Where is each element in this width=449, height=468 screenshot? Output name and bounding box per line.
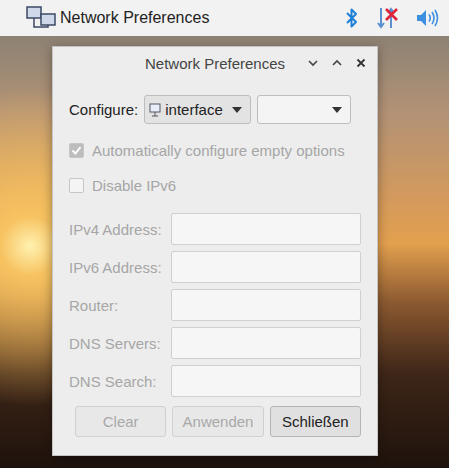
close-icon	[355, 57, 367, 69]
dropdown-arrow-icon	[232, 107, 242, 113]
field-input	[171, 289, 361, 321]
dialog-button[interactable]: Schließen	[270, 406, 361, 437]
field-label: IPv4 Address:	[69, 221, 171, 238]
minimize-icon	[307, 57, 319, 69]
taskbar: Network Preferences	[0, 0, 449, 36]
checkbox-row: Disable IPv6	[69, 173, 361, 197]
check-icon	[71, 145, 82, 156]
dialog-button: Anwenden	[172, 406, 263, 437]
field-input	[171, 365, 361, 397]
maximize-icon	[331, 57, 343, 69]
configure-label: Configure:	[69, 101, 138, 118]
screen: Network PreferencesNetwork PreferencesCo…	[0, 0, 449, 468]
window-body: Configure: interface Automatically configu…	[53, 79, 377, 455]
blank-select[interactable]	[257, 95, 351, 124]
desktop: Network Preferences Configure: interface Au…	[0, 36, 449, 468]
network-preferences-icon[interactable]	[26, 5, 56, 31]
maximize-button[interactable]	[327, 53, 347, 73]
network-preferences-window: Network Preferences Configure: interface Au…	[52, 46, 378, 456]
field-label: DNS Servers:	[69, 335, 171, 352]
checkbox-label: Disable IPv6	[92, 177, 176, 194]
bluetooth-icon[interactable]	[345, 7, 359, 29]
system-tray	[345, 6, 439, 30]
field-label: Router:	[69, 297, 171, 314]
field-input	[171, 213, 361, 245]
select-value: interface	[165, 101, 228, 118]
checkbox	[69, 178, 84, 193]
field-input	[171, 327, 361, 359]
configure-row: Configure: interface	[69, 95, 361, 124]
address-fields: IPv4 Address: IPv6 Address: Router: DNS Ser…	[69, 213, 361, 397]
checkbox-label: Automatically configure empty options	[92, 142, 345, 159]
checkbox	[69, 143, 84, 158]
field-input	[171, 251, 361, 283]
interface-icon	[149, 103, 161, 117]
volume-icon[interactable]	[415, 8, 439, 28]
network-icon[interactable]	[376, 6, 398, 30]
checkbox-row: Automatically configure empty options	[69, 138, 361, 162]
title-bar[interactable]: Network Preferences	[53, 47, 377, 79]
close-button[interactable]	[351, 53, 371, 73]
field-label: DNS Search:	[69, 373, 171, 390]
field-label: IPv6 Address:	[69, 259, 171, 276]
taskbar-app-title[interactable]: Network Preferences	[60, 9, 209, 27]
interface-select[interactable]: interface	[144, 95, 251, 124]
dialog-button: Clear	[75, 406, 166, 437]
button-row: ClearAnwendenSchließen	[69, 406, 361, 437]
minimize-button[interactable]	[303, 53, 323, 73]
dropdown-arrow-icon	[332, 107, 342, 113]
